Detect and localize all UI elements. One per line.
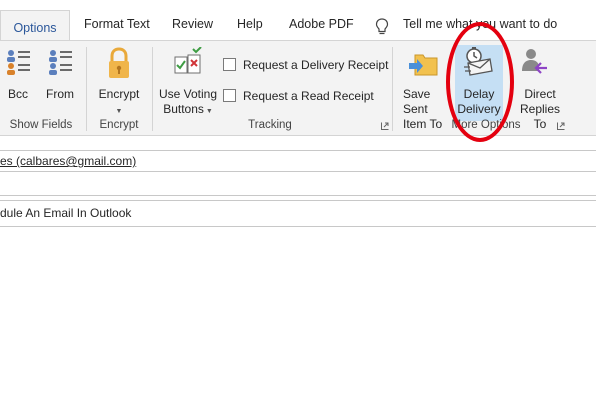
tab-options[interactable]: Options bbox=[0, 10, 70, 40]
tab-adobe-pdf[interactable]: Adobe PDF bbox=[289, 13, 354, 35]
show-fields-group-label: Show Fields bbox=[9, 119, 73, 131]
from-label: From bbox=[46, 87, 74, 101]
ribbon-tab-bar: Options Format Text Review Help Adobe PD… bbox=[0, 0, 596, 40]
group-separator bbox=[152, 47, 153, 131]
checkbox-box[interactable] bbox=[223, 89, 236, 102]
chevron-down-icon: ▼ bbox=[203, 108, 213, 115]
save-sent-folder-icon bbox=[409, 54, 438, 76]
group-separator bbox=[392, 47, 393, 131]
checkbox-box[interactable] bbox=[223, 58, 236, 71]
dialog-launcher-icon[interactable] bbox=[381, 122, 389, 130]
message-body[interactable] bbox=[0, 232, 596, 415]
tab-help[interactable]: Help bbox=[237, 13, 263, 35]
tab-review[interactable]: Review bbox=[172, 13, 213, 35]
tab-format-text[interactable]: Format Text bbox=[84, 13, 150, 35]
group-separator bbox=[86, 47, 87, 131]
bcc-button[interactable]: Bcc bbox=[2, 47, 34, 102]
from-icon bbox=[49, 50, 72, 75]
direct-replies-icon bbox=[522, 49, 547, 74]
chevron-down-icon: ▼ bbox=[115, 108, 123, 115]
encrypt-group-label: Encrypt bbox=[99, 119, 139, 131]
subject-field[interactable]: dule An Email In Outlook bbox=[0, 201, 596, 227]
delivery-receipt-checkbox[interactable]: Request a Delivery Receipt bbox=[223, 58, 388, 72]
use-voting-label-line2: Buttons bbox=[163, 102, 204, 116]
read-receipt-checkbox[interactable]: Request a Read Receipt bbox=[223, 89, 374, 103]
voting-buttons-icon bbox=[174, 47, 202, 74]
padlock-icon bbox=[109, 47, 129, 78]
from-button[interactable]: From bbox=[42, 47, 78, 102]
delivery-receipt-label: Request a Delivery Receipt bbox=[243, 58, 389, 72]
cc-field[interactable] bbox=[0, 171, 596, 196]
read-receipt-label: Request a Read Receipt bbox=[243, 89, 374, 103]
dialog-launcher-icon[interactable] bbox=[557, 122, 565, 130]
lightbulb-icon bbox=[375, 18, 389, 35]
bcc-icon bbox=[7, 50, 30, 75]
to-field[interactable]: es (calbares@gmail.com) bbox=[0, 150, 596, 172]
annotation-circle bbox=[446, 22, 514, 142]
encrypt-label: Encrypt bbox=[98, 87, 140, 101]
subject-text[interactable]: dule An Email In Outlook bbox=[0, 206, 131, 220]
to-recipient[interactable]: es (calbares@gmail.com) bbox=[0, 154, 136, 168]
bcc-label: Bcc bbox=[7, 87, 28, 101]
use-voting-label-line1: Use Voting bbox=[158, 87, 218, 101]
use-voting-buttons-button[interactable]: Use Voting Buttons ▼ bbox=[156, 47, 220, 119]
tracking-group-label: Tracking bbox=[248, 119, 292, 131]
encrypt-button[interactable]: Encrypt ▼ bbox=[92, 47, 146, 119]
